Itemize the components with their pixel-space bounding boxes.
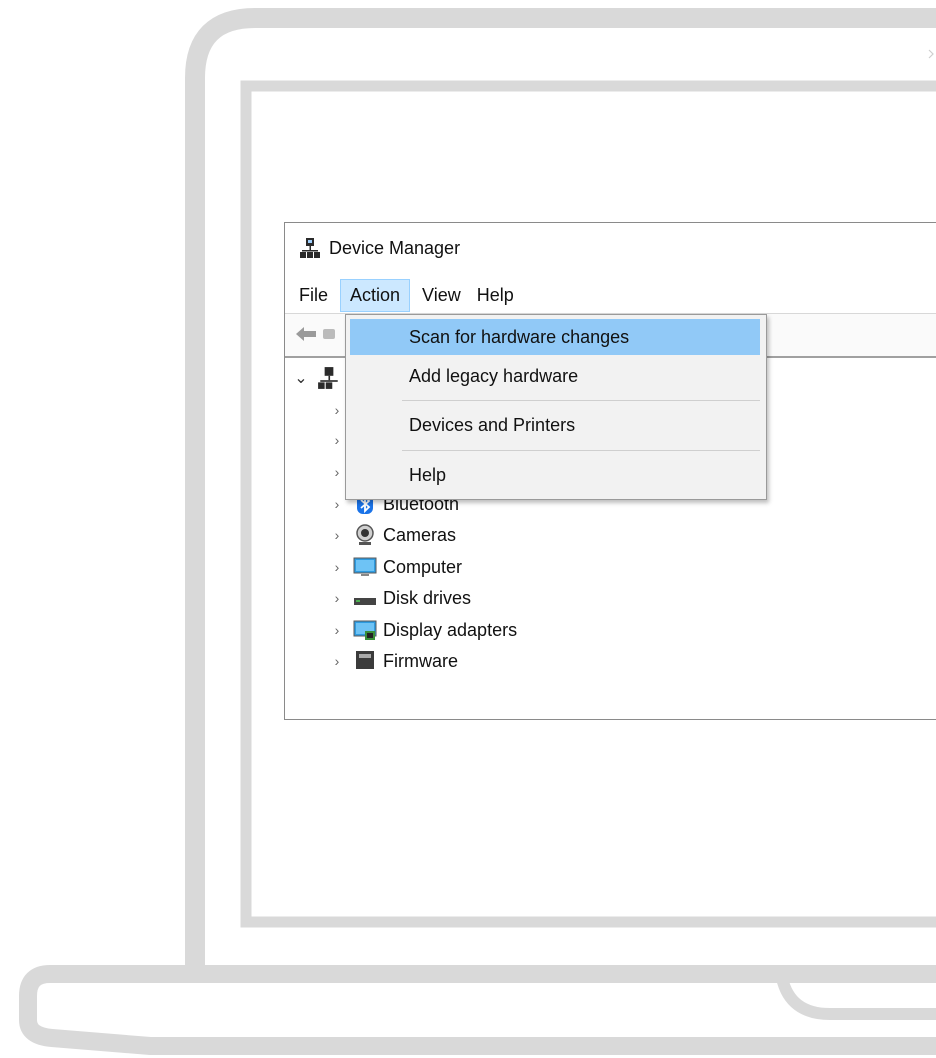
menu-item-label: Devices and Printers — [409, 414, 576, 435]
camera-icon — [356, 524, 374, 545]
chevron-right-icon[interactable]: › — [329, 559, 345, 575]
small-arrow-mark — [928, 49, 934, 59]
menu-bar: File Action View Help — [285, 277, 522, 313]
chevron-right-icon[interactable]: › — [329, 527, 345, 543]
tree-item-cameras[interactable]: › Cameras — [329, 520, 456, 550]
tree-item-firmware[interactable]: › Firmware — [329, 646, 458, 669]
tree-row-hidden-3[interactable]: › — [329, 457, 345, 487]
menu-item-help[interactable]: Help — [350, 457, 760, 493]
tree-item-computer[interactable]: › Computer — [329, 552, 462, 582]
tree-item-display-adapters[interactable]: › Display adapters — [329, 615, 517, 645]
chevron-right-icon[interactable]: › — [329, 653, 345, 669]
menu-item-add-legacy-hardware[interactable]: Add legacy hardware — [350, 358, 760, 394]
menu-item-label: Scan for hardware changes — [409, 326, 630, 347]
menu-item-devices-and-printers[interactable]: Devices and Printers — [350, 407, 760, 443]
menu-view[interactable]: View — [414, 279, 469, 312]
menu-separator — [402, 400, 760, 401]
back-arrow-icon[interactable] — [295, 326, 317, 342]
title-bar: Device Manager — [299, 235, 460, 261]
menu-action[interactable]: Action — [340, 278, 411, 312]
tree-row-hidden-2[interactable]: › — [329, 425, 345, 455]
tree-root[interactable]: ⌄ — [293, 363, 347, 393]
tree-item-label: Display adapters — [383, 619, 518, 640]
tree-row-hidden-1[interactable]: › — [329, 395, 345, 425]
menu-separator — [402, 450, 760, 451]
computer-icon — [353, 557, 377, 576]
chevron-right-icon[interactable]: › — [329, 496, 345, 512]
menu-item-label: Add legacy hardware — [409, 365, 579, 386]
tree-item-label: Firmware — [383, 650, 458, 670]
tree-item-label: Computer — [383, 556, 463, 577]
chevron-right-icon[interactable]: › — [329, 622, 345, 638]
laptop-trackpad-notch — [776, 976, 936, 1020]
tree-item-label: Cameras — [383, 524, 457, 545]
chevron-right-icon[interactable]: › — [329, 464, 345, 480]
menu-help[interactable]: Help — [469, 279, 522, 312]
disk-drive-icon — [354, 598, 376, 605]
firmware-icon — [356, 651, 374, 669]
tree-item-disk-drives[interactable]: › Disk drives — [329, 583, 471, 613]
menu-item-label: Help — [409, 464, 447, 485]
menu-file[interactable]: File — [291, 279, 336, 312]
chevron-right-icon[interactable]: › — [329, 590, 345, 606]
device-manager-icon — [300, 238, 320, 258]
forward-arrow-icon[interactable] — [323, 329, 335, 339]
chevron-right-icon[interactable]: › — [329, 432, 345, 448]
display-adapter-icon — [353, 620, 377, 640]
action-context-menu: Scan for hardware changes Add legacy har… — [345, 314, 767, 500]
menu-item-scan-hardware[interactable]: Scan for hardware changes — [350, 319, 760, 355]
chevron-down-icon[interactable]: ⌄ — [293, 368, 309, 388]
chevron-right-icon[interactable]: › — [329, 402, 345, 418]
computer-root-icon — [318, 367, 338, 389]
window-title: Device Manager — [329, 237, 461, 258]
tree-item-label: Disk drives — [383, 587, 472, 608]
